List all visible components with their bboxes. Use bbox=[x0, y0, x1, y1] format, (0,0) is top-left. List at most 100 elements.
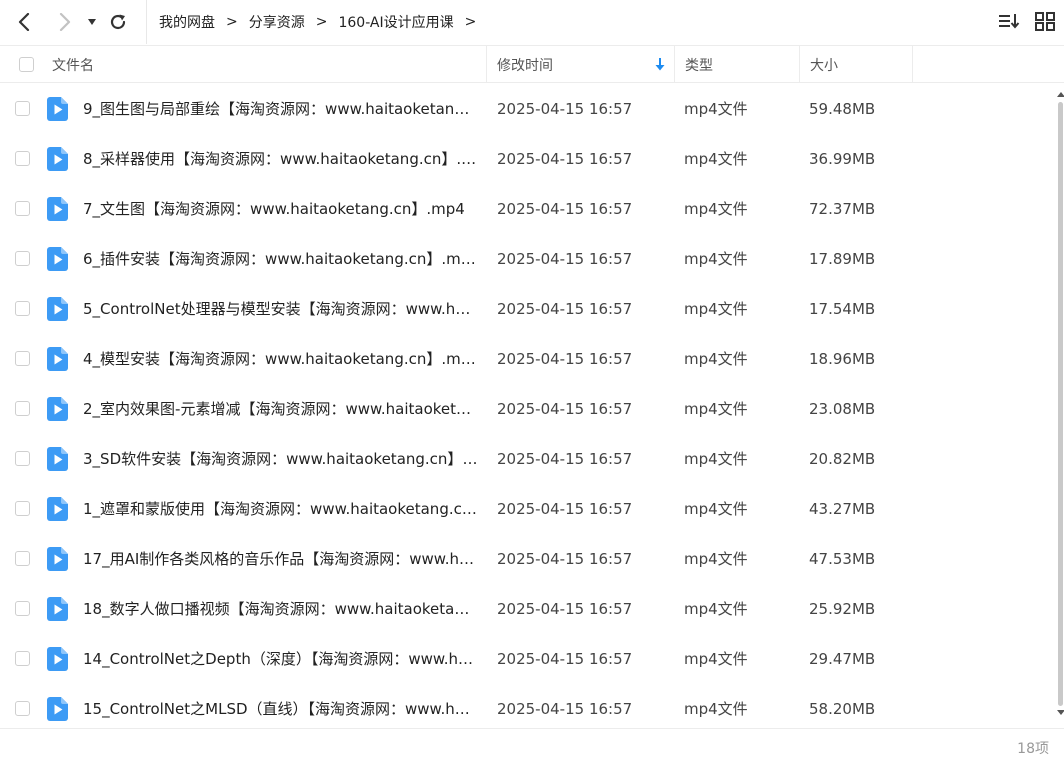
file-size: 36.99MB bbox=[809, 150, 876, 168]
video-file-icon bbox=[47, 97, 68, 121]
breadcrumb-item-current[interactable]: 160-AI设计应用课 bbox=[338, 12, 453, 32]
file-size: 17.54MB bbox=[809, 300, 876, 318]
row-checkbox[interactable] bbox=[15, 601, 30, 616]
video-file-icon bbox=[47, 447, 68, 471]
top-toolbar: 我的网盘 > 分享资源 > 160-AI设计应用课 > bbox=[0, 0, 1064, 44]
video-file-icon bbox=[47, 647, 68, 671]
view-mode-button[interactable] bbox=[1034, 10, 1056, 32]
file-size: 23.08MB bbox=[809, 400, 876, 418]
column-divider[interactable] bbox=[486, 46, 487, 83]
row-checkbox[interactable] bbox=[15, 451, 30, 466]
row-checkbox[interactable] bbox=[15, 501, 30, 516]
file-row[interactable]: 17_用AI制作各类风格的音乐作品【海淘资源网：www.haitaoketang… bbox=[0, 534, 1054, 584]
file-modified: 2025-04-15 16:57 bbox=[497, 250, 633, 268]
refresh-button[interactable] bbox=[104, 8, 132, 36]
file-row[interactable]: 14_ControlNet之Depth（深度）【海淘资源网：www.haitao… bbox=[0, 634, 1054, 684]
row-checkbox[interactable] bbox=[15, 101, 30, 116]
file-type: mp4文件 bbox=[684, 650, 748, 668]
grid-view-icon bbox=[1035, 12, 1055, 31]
breadcrumb-item-shared[interactable]: 分享资源 bbox=[249, 12, 305, 32]
row-checkbox[interactable] bbox=[15, 701, 30, 716]
video-file-icon bbox=[47, 147, 68, 171]
file-name[interactable]: 3_SD软件安装【海淘资源网：www.haitaoketang.cn】.mp4 bbox=[83, 434, 478, 484]
file-size: 18.96MB bbox=[809, 350, 876, 368]
file-name[interactable]: 9_图生图与局部重绘【海淘资源网：www.haitaoketang.cn】.mp… bbox=[83, 84, 478, 134]
file-row[interactable]: 9_图生图与局部重绘【海淘资源网：www.haitaoketang.cn】.mp… bbox=[0, 84, 1054, 134]
file-size: 58.20MB bbox=[809, 700, 876, 718]
row-checkbox[interactable] bbox=[15, 151, 30, 166]
file-name[interactable]: 15_ControlNet之MLSD（直线）【海淘资源网：www.haitaok… bbox=[83, 684, 478, 734]
column-divider[interactable] bbox=[674, 46, 675, 83]
row-checkbox[interactable] bbox=[15, 201, 30, 216]
row-checkbox[interactable] bbox=[15, 301, 30, 316]
file-row[interactable]: 6_插件安装【海淘资源网：www.haitaoketang.cn】.mp4 202… bbox=[0, 234, 1054, 284]
column-header-modified[interactable]: 修改时间 bbox=[497, 46, 674, 83]
video-file-icon bbox=[47, 197, 68, 221]
breadcrumb: 我的网盘 > 分享资源 > 160-AI设计应用课 > bbox=[146, 0, 487, 44]
history-dropdown[interactable] bbox=[80, 8, 104, 36]
sort-button[interactable] bbox=[998, 10, 1020, 32]
file-name[interactable]: 4_模型安装【海淘资源网：www.haitaoketang.cn】.mp4 bbox=[83, 334, 478, 384]
view-tools bbox=[998, 10, 1056, 32]
file-type: mp4文件 bbox=[684, 150, 748, 168]
file-name[interactable]: 17_用AI制作各类风格的音乐作品【海淘资源网：www.haitaoketang… bbox=[83, 534, 478, 584]
scrollbar-thumb[interactable] bbox=[1058, 102, 1063, 706]
video-file-icon bbox=[47, 347, 68, 371]
item-count: 18项 bbox=[1017, 741, 1049, 757]
column-header-type-label: 类型 bbox=[685, 57, 713, 74]
column-header-type[interactable]: 类型 bbox=[685, 46, 799, 83]
file-type: mp4文件 bbox=[684, 200, 748, 218]
file-row[interactable]: 8_采样器使用【海淘资源网：www.haitaoketang.cn】.mp4 20… bbox=[0, 134, 1054, 184]
column-header-name[interactable]: 文件名 bbox=[52, 46, 486, 83]
file-name[interactable]: 18_数字人做口播视频【海淘资源网：www.haitaoketang.cn】.m… bbox=[83, 584, 478, 634]
file-name[interactable]: 14_ControlNet之Depth（深度）【海淘资源网：www.haitao… bbox=[83, 634, 478, 684]
row-checkbox[interactable] bbox=[15, 251, 30, 266]
file-type: mp4文件 bbox=[684, 350, 748, 368]
row-checkbox[interactable] bbox=[15, 551, 30, 566]
file-row[interactable]: 5_ControlNet处理器与模型安装【海淘资源网：www.haitaoket… bbox=[0, 284, 1054, 334]
file-row[interactable]: 1_遮罩和蒙版使用【海淘资源网：www.haitaoketang.cn】.mp4… bbox=[0, 484, 1054, 534]
row-checkbox[interactable] bbox=[15, 401, 30, 416]
file-name[interactable]: 8_采样器使用【海淘资源网：www.haitaoketang.cn】.mp4 bbox=[83, 134, 478, 184]
file-row[interactable]: 18_数字人做口播视频【海淘资源网：www.haitaoketang.cn】.m… bbox=[0, 584, 1054, 634]
file-size: 17.89MB bbox=[809, 250, 876, 268]
sort-list-icon bbox=[999, 14, 1020, 29]
sort-descending-icon bbox=[655, 58, 665, 71]
status-bar: 18项 bbox=[0, 728, 1064, 762]
file-modified: 2025-04-15 16:57 bbox=[497, 600, 633, 618]
file-name[interactable]: 7_文生图【海淘资源网：www.haitaoketang.cn】.mp4 bbox=[83, 184, 478, 234]
file-type: mp4文件 bbox=[684, 100, 748, 118]
back-button[interactable] bbox=[11, 8, 39, 36]
file-type: mp4文件 bbox=[684, 450, 748, 468]
file-name[interactable]: 1_遮罩和蒙版使用【海淘资源网：www.haitaoketang.cn】.mp4 bbox=[83, 484, 478, 534]
chevron-left-icon bbox=[18, 13, 30, 31]
file-row[interactable]: 4_模型安装【海淘资源网：www.haitaoketang.cn】.mp4 202… bbox=[0, 334, 1054, 384]
file-row[interactable]: 2_室内效果图-元素增减【海淘资源网：www.haitaoketang.cn】.… bbox=[0, 384, 1054, 434]
row-checkbox[interactable] bbox=[15, 651, 30, 666]
file-modified: 2025-04-15 16:57 bbox=[497, 650, 633, 668]
file-modified: 2025-04-15 16:57 bbox=[497, 100, 633, 118]
file-size: 43.27MB bbox=[809, 500, 876, 518]
file-row[interactable]: 15_ControlNet之MLSD（直线）【海淘资源网：www.haitaok… bbox=[0, 684, 1054, 734]
breadcrumb-separator: > bbox=[464, 14, 477, 30]
column-divider[interactable] bbox=[799, 46, 800, 83]
file-row[interactable]: 3_SD软件安装【海淘资源网：www.haitaoketang.cn】.mp4 2… bbox=[0, 434, 1054, 484]
forward-button[interactable] bbox=[50, 8, 78, 36]
column-header-size-label: 大小 bbox=[810, 57, 838, 74]
file-name[interactable]: 2_室内效果图-元素增减【海淘资源网：www.haitaoketang.cn】.… bbox=[83, 384, 478, 434]
row-checkbox[interactable] bbox=[15, 351, 30, 366]
breadcrumb-separator: > bbox=[226, 14, 238, 30]
scroll-up-arrow[interactable] bbox=[1057, 92, 1064, 97]
column-header-size[interactable]: 大小 bbox=[810, 46, 912, 83]
file-modified: 2025-04-15 16:57 bbox=[497, 700, 633, 718]
scroll-down-arrow[interactable] bbox=[1057, 710, 1064, 715]
breadcrumb-item-my-drive[interactable]: 我的网盘 bbox=[159, 12, 215, 32]
select-all-checkbox[interactable] bbox=[19, 57, 34, 72]
column-header-modified-label: 修改时间 bbox=[497, 57, 553, 74]
file-row[interactable]: 7_文生图【海淘资源网：www.haitaoketang.cn】.mp4 2025… bbox=[0, 184, 1054, 234]
column-divider[interactable] bbox=[912, 46, 913, 83]
refresh-icon bbox=[110, 14, 126, 30]
file-name[interactable]: 6_插件安装【海淘资源网：www.haitaoketang.cn】.mp4 bbox=[83, 234, 478, 284]
file-name[interactable]: 5_ControlNet处理器与模型安装【海淘资源网：www.haitaoket… bbox=[83, 284, 478, 334]
file-size: 29.47MB bbox=[809, 650, 876, 668]
